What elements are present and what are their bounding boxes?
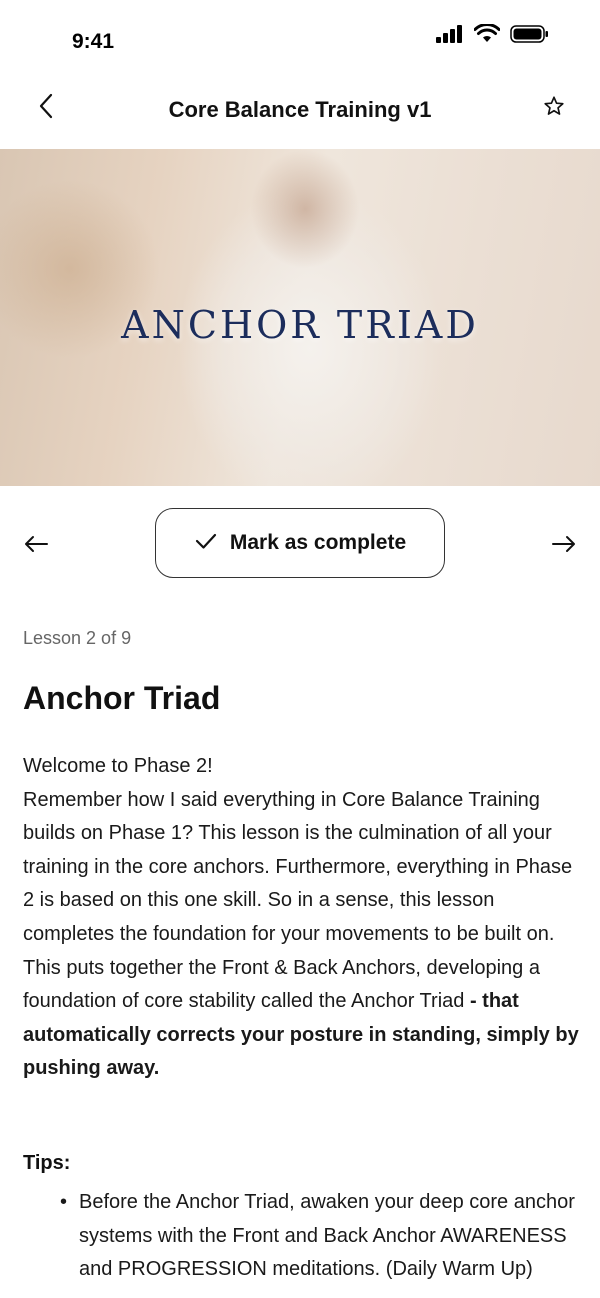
lesson-navigation: Mark as complete — [0, 508, 600, 580]
status-bar: 9:41 — [0, 0, 600, 80]
arrow-left-icon[interactable] — [18, 526, 54, 562]
lesson-body: Welcome to Phase 2! Remember how I said … — [23, 750, 583, 1086]
tip-text: Before the Anchor Triad, awaken your dee… — [79, 1191, 575, 1281]
lesson-paragraph-text: This puts together the Front & Back Anch… — [23, 956, 540, 1013]
wifi-icon — [473, 23, 501, 49]
lesson-paragraph: This puts together the Front & Back Anch… — [23, 952, 583, 1086]
checkmark-icon — [194, 531, 218, 556]
mark-complete-button[interactable]: Mark as complete — [155, 508, 445, 578]
video-background — [250, 149, 360, 269]
arrow-right-icon[interactable] — [546, 526, 582, 562]
battery-icon — [510, 24, 550, 49]
video-overlay-title: ANCHOR TRIAD — [121, 303, 479, 347]
tips-heading: Tips: — [23, 1152, 71, 1174]
star-outline-icon[interactable] — [538, 90, 570, 122]
video-player[interactable]: ANCHOR TRIAD — [0, 149, 600, 486]
status-time: 9:41 — [72, 30, 115, 53]
lesson-paragraph: Remember how I said everything in Core B… — [23, 788, 573, 945]
mark-complete-label: Mark as complete — [229, 531, 407, 554]
bullet-icon: • — [60, 1191, 68, 1213]
lesson-title: Anchor Triad — [23, 680, 221, 716]
lesson-counter: Lesson 2 of 9 — [23, 628, 132, 648]
lesson-paragraph: Welcome to Phase 2! — [23, 755, 213, 777]
page-title: Core Balance Training v1 — [168, 97, 432, 122]
tips-list: • Before the Anchor Triad, awaken your d… — [56, 1186, 576, 1287]
status-icons — [436, 23, 550, 49]
tip-item: • Before the Anchor Triad, awaken your d… — [56, 1186, 576, 1287]
nav-bar: Core Balance Training v1 — [0, 80, 600, 148]
cellular-signal-icon — [436, 25, 464, 48]
